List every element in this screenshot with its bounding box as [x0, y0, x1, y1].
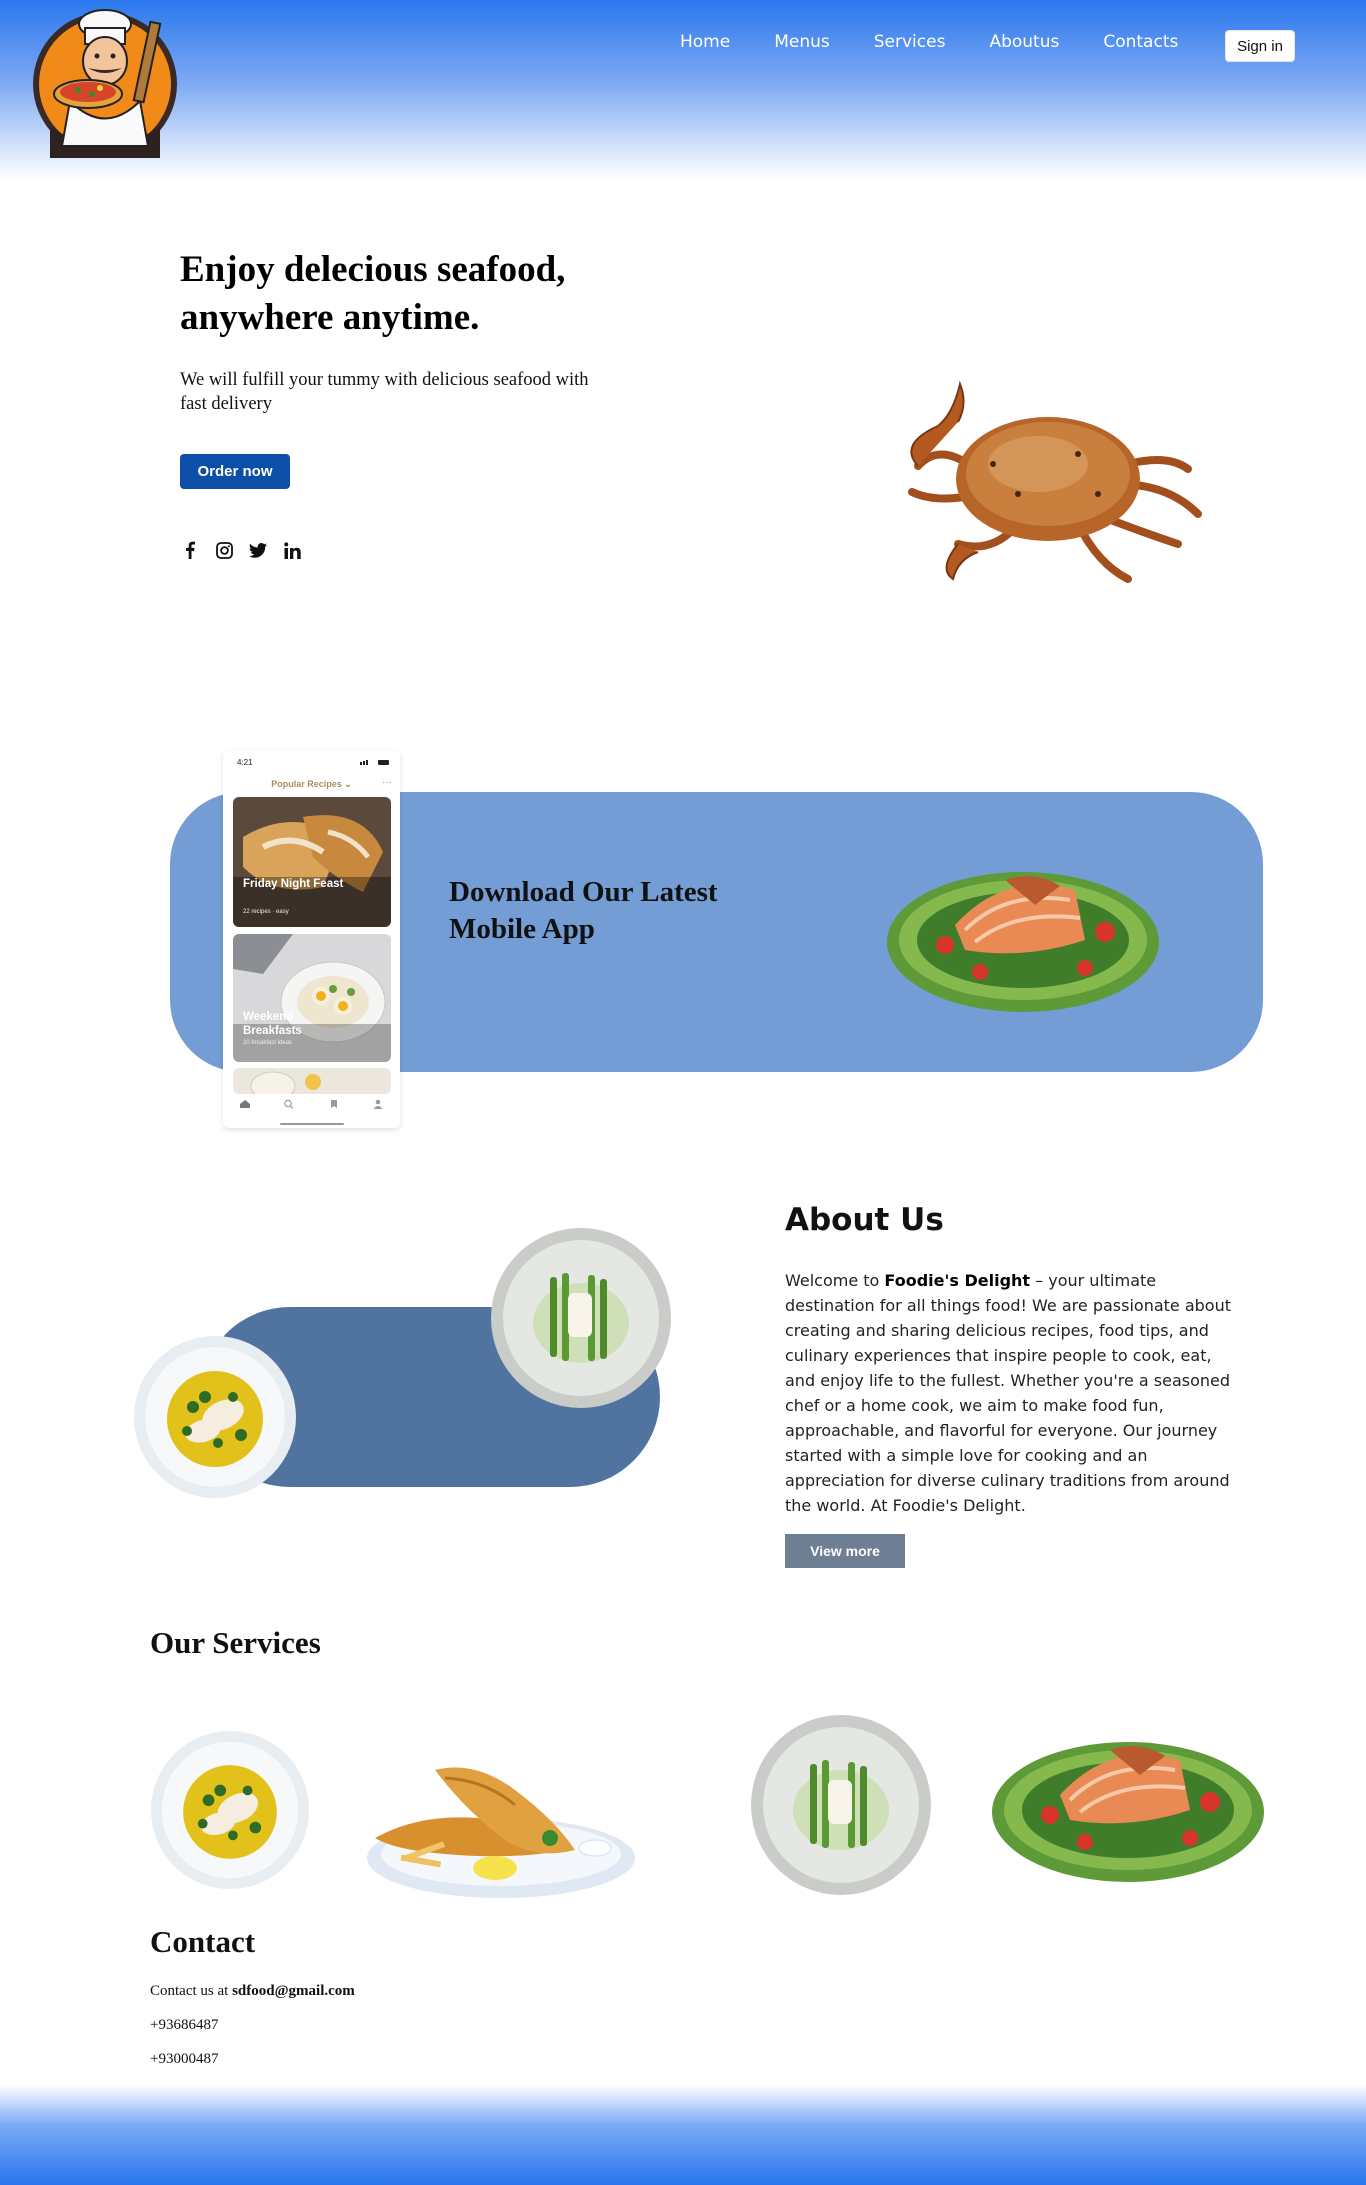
recipe-card[interactable]: Friday Night Feast 22 recipes · easy: [233, 797, 391, 927]
nav-contacts[interactable]: Contacts: [1103, 32, 1178, 52]
hero-subtitle: We will fulfill your tummy with deliciou…: [180, 370, 589, 414]
linkedin-icon[interactable]: [282, 540, 302, 560]
contact-title: Contact: [150, 1924, 256, 1959]
signal-battery-icon: [360, 760, 389, 765]
about-text: Welcome to Foodie's Delight – your ultim…: [785, 1271, 1231, 1515]
about-brand: Foodie's Delight: [884, 1271, 1031, 1290]
service-salmon-image: [992, 1742, 1264, 1882]
nav-home[interactable]: Home: [680, 32, 730, 52]
salmon-plate-image: [887, 872, 1159, 1012]
phone-tabbar: [223, 1096, 400, 1109]
nav-menus[interactable]: Menus: [774, 32, 830, 52]
recipe-card-title: Weekend Breakfasts: [243, 1011, 302, 1037]
service-fish-greens-image: [150, 1730, 310, 1890]
recipe-card-title: Friday Night Feast: [243, 878, 344, 890]
view-more-button[interactable]: View more: [785, 1534, 905, 1568]
contact-email-line: Contact us at sdfood@gmail.com: [150, 1983, 355, 1999]
hero-title: Enjoy delecious seafood, anywhere anytim…: [180, 249, 566, 338]
nav-aboutus[interactable]: Aboutus: [989, 32, 1059, 52]
contact-phone: +93686487: [150, 2017, 219, 2033]
recipe-card-image: [233, 1068, 391, 1094]
recipe-card[interactable]: Weekend Breakfasts 20 breakfast ideas: [233, 934, 391, 1062]
recipe-card-meta: 20 breakfast ideas: [243, 1040, 293, 1046]
asparagus-fish-plate-image: [491, 1228, 671, 1408]
sign-in-button[interactable]: Sign in: [1225, 30, 1295, 62]
app-banner-title: Download Our Latest Mobile App: [449, 876, 718, 945]
fish-greens-plate-image: [134, 1336, 296, 1498]
phone-mockup: 4:21 Popular Recipes ⌄ ··· Friday Night …: [223, 750, 400, 1128]
service-asparagus-image: [751, 1715, 931, 1895]
nav-services[interactable]: Services: [874, 32, 946, 52]
about-title: About Us: [785, 1202, 944, 1238]
chef-logo-icon[interactable]: [30, 6, 180, 158]
phone-time: 4:21: [237, 758, 253, 767]
social-links: [180, 540, 302, 560]
contact-phone: +93000487: [150, 2051, 219, 2067]
instagram-icon[interactable]: [214, 540, 234, 560]
search-tab-icon[interactable]: [283, 1096, 295, 1109]
bookmark-tab-icon[interactable]: [328, 1096, 340, 1108]
twitter-icon[interactable]: [248, 540, 268, 560]
phone-heading[interactable]: Popular Recipes ⌄: [223, 779, 400, 790]
recipe-card-meta: 22 recipes · easy: [243, 909, 289, 915]
more-options-icon[interactable]: ···: [382, 777, 392, 788]
service-fish-chips-image: [367, 1767, 635, 1898]
order-now-button[interactable]: Order now: [180, 454, 290, 489]
home-indicator: [280, 1123, 344, 1125]
facebook-icon[interactable]: [180, 540, 200, 560]
crab-image: [908, 380, 1202, 583]
services-title: Our Services: [150, 1625, 321, 1660]
recipe-card[interactable]: [233, 1068, 391, 1094]
recipe-card-image: [233, 797, 391, 927]
site-header: Home Menus Services Aboutus Contacts Sig…: [0, 0, 1366, 180]
contact-email[interactable]: sdfood@gmail.com: [232, 1983, 355, 1999]
main-nav: Home Menus Services Aboutus Contacts: [680, 32, 1222, 52]
home-tab-icon[interactable]: [239, 1096, 251, 1108]
site-footer: [0, 2085, 1366, 2185]
profile-tab-icon[interactable]: [372, 1096, 384, 1109]
